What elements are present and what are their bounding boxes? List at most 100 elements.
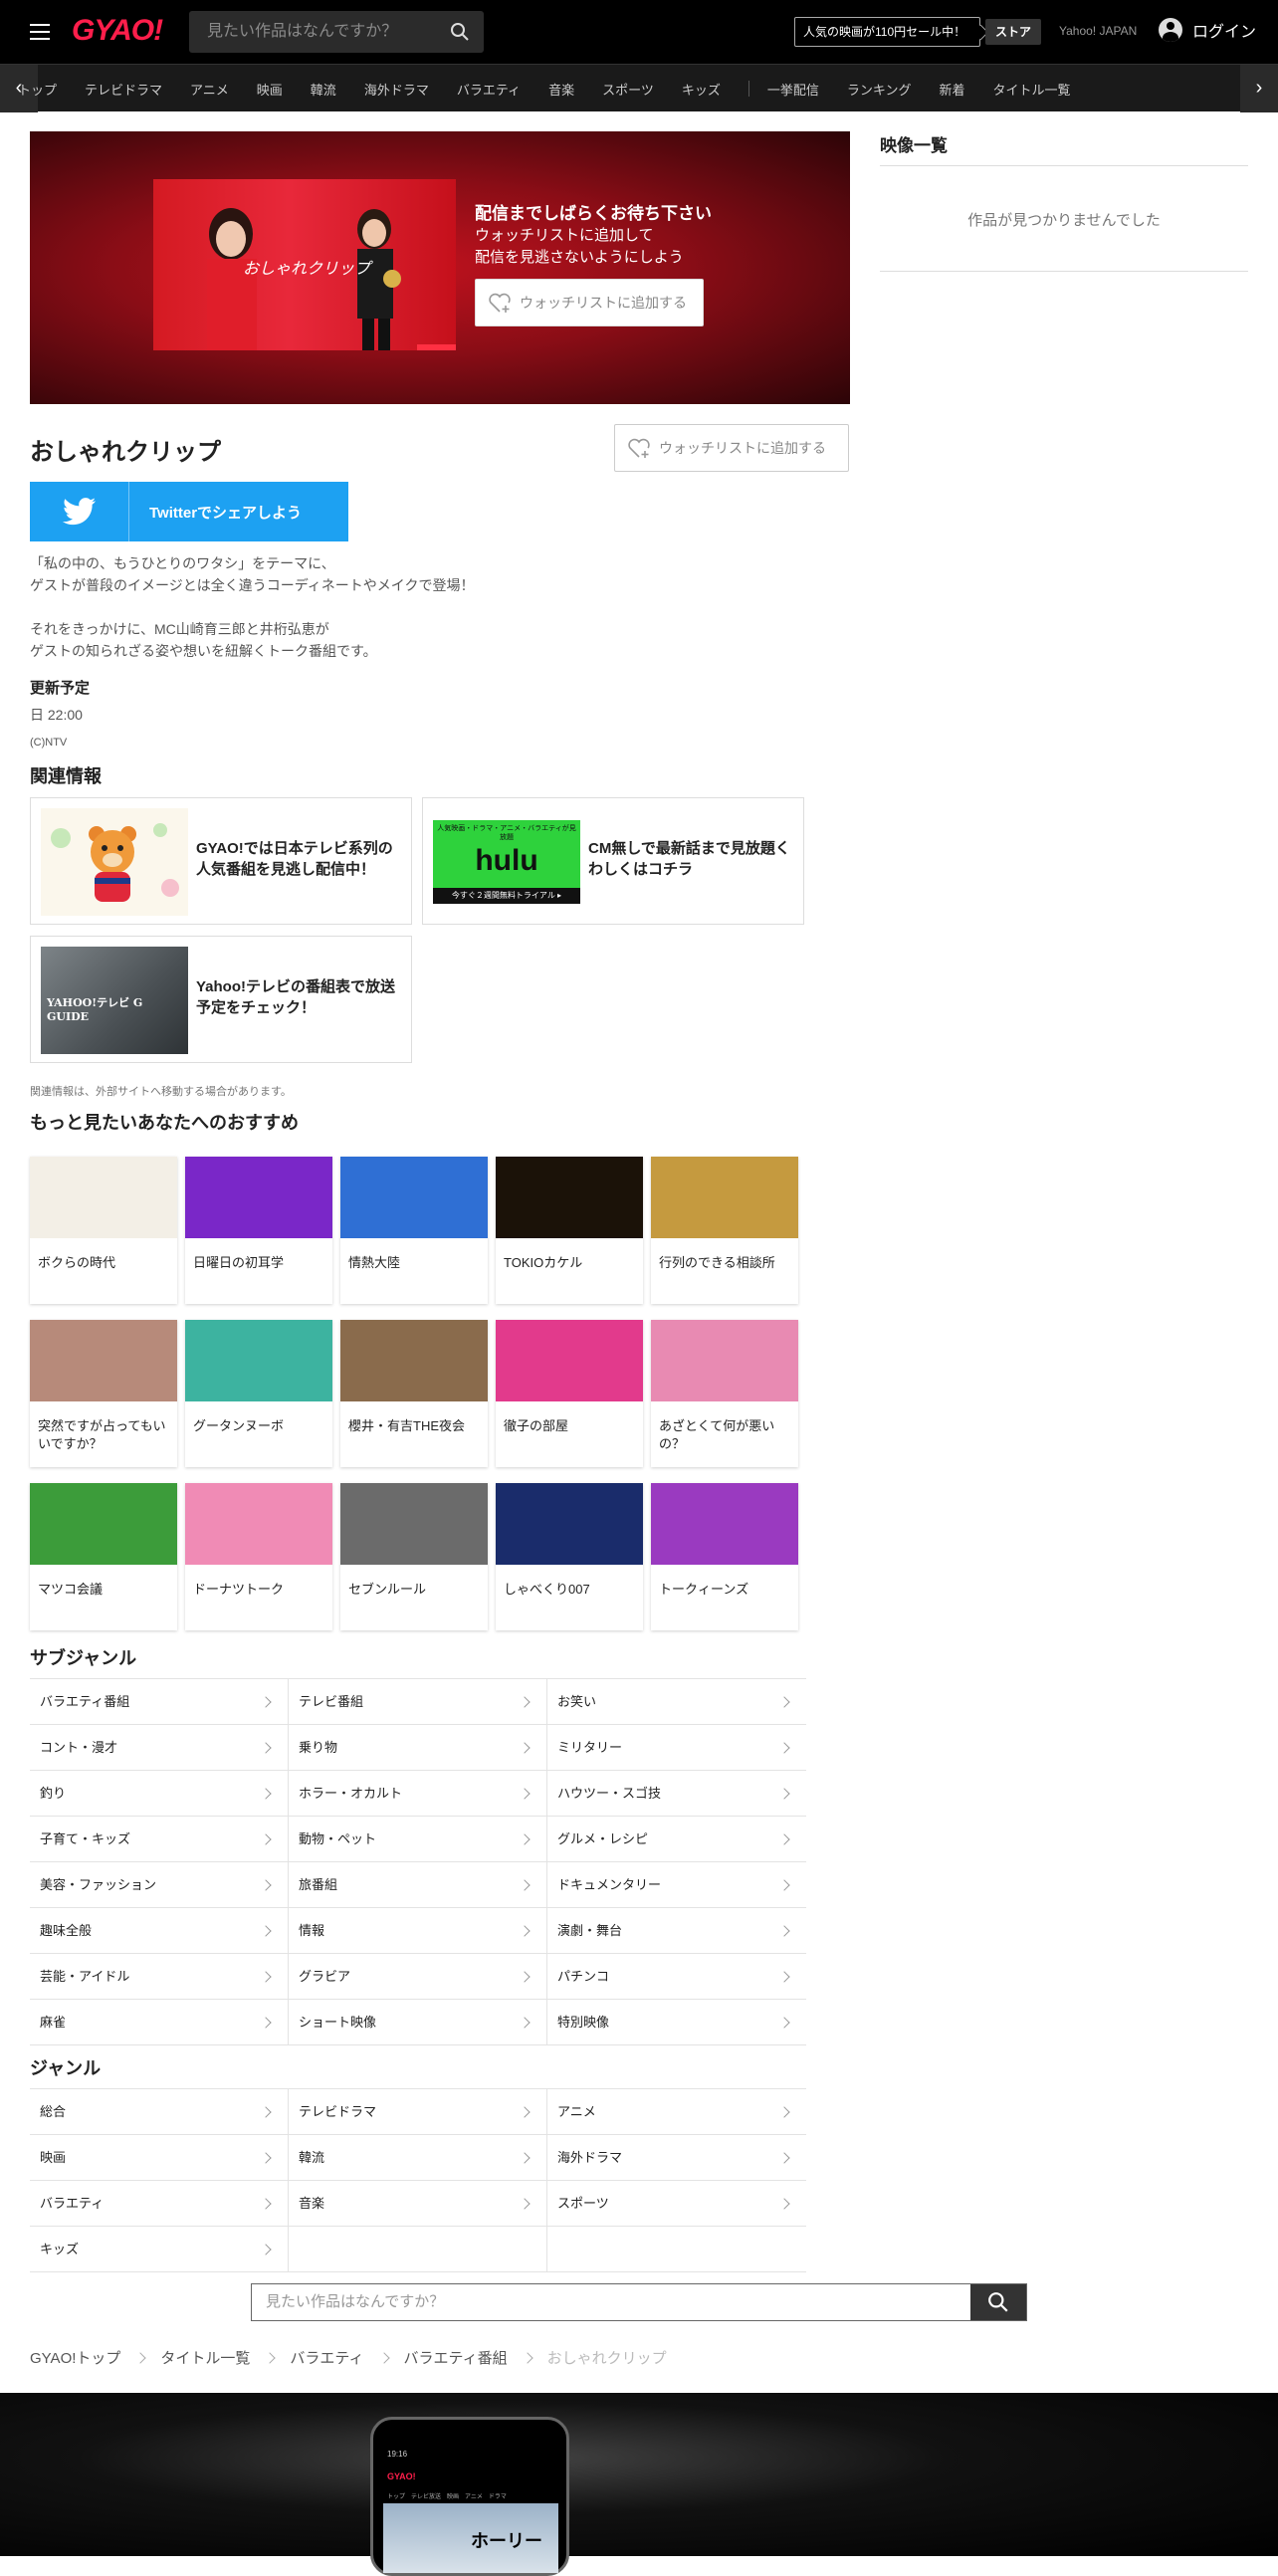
recommend-card[interactable]: TOKIOカケル <box>496 1157 643 1304</box>
gyao-logo[interactable]: GYAO! <box>72 14 163 48</box>
nav-item[interactable]: アニメ <box>190 80 229 99</box>
genre-link[interactable]: アニメ <box>547 2089 806 2135</box>
sale-banner[interactable]: 人気の映画が110円セール中！ <box>794 17 981 47</box>
subgenre-link[interactable]: 麻雀 <box>30 2000 289 2045</box>
recommend-card[interactable]: あざとくて何が悪いの？ <box>651 1320 798 1467</box>
nav-item[interactable]: 韓流 <box>311 80 336 99</box>
subgenre-link[interactable]: 乗り物 <box>289 1725 547 1771</box>
recommend-card[interactable]: マツコ会議 <box>30 1483 177 1630</box>
chevron-right-icon <box>778 1925 790 1937</box>
recommend-card[interactable]: 突然ですが占ってもいいですか？ <box>30 1320 177 1467</box>
bottom-search-button[interactable] <box>970 2284 1026 2320</box>
subgenre-link[interactable]: 旅番組 <box>289 1862 547 1908</box>
nav-item[interactable]: テレビドラマ <box>85 80 162 99</box>
recommend-title: 情熱大陸 <box>348 1255 401 1270</box>
nav-item[interactable]: 海外ドラマ <box>364 80 429 99</box>
subgenre-link[interactable]: お笑い <box>547 1679 806 1725</box>
breadcrumb-item[interactable]: バラエティ <box>290 2347 363 2368</box>
program-description: 「私の中の、もうひとりのワタシ」をテーマに、 ゲストが普段のイメージとは全く違う… <box>30 552 474 662</box>
chevron-right-icon <box>519 1971 531 1983</box>
genre-link[interactable]: 音楽 <box>289 2181 547 2227</box>
nav-item[interactable]: スポーツ <box>602 80 654 99</box>
genre-link[interactable]: キッズ <box>30 2227 289 2272</box>
genre-label: 映画 <box>40 2150 67 2165</box>
watchlist-button[interactable]: ウォッチリストに追加する <box>614 424 849 472</box>
subgenre-link[interactable]: 美容・ファッション <box>30 1862 289 1908</box>
genre-link[interactable]: 総合 <box>30 2089 289 2135</box>
related-item-gyao[interactable]: GYAO!では日本テレビ系列の人気番組を見逃し配信中！ <box>30 797 412 925</box>
subgenre-link[interactable]: ハウツー・スゴ技 <box>547 1771 806 1817</box>
yahoo-japan-link[interactable]: Yahoo! JAPAN <box>1059 24 1137 38</box>
desc-line: 「私の中の、もうひとりのワタシ」をテーマに、 <box>30 555 335 571</box>
nav-item[interactable]: タイトル一覧 <box>993 80 1071 99</box>
breadcrumb-item[interactable]: タイトル一覧 <box>160 2347 250 2368</box>
twitter-share-button[interactable]: Twitterでシェアしよう <box>30 482 348 541</box>
nav-item[interactable]: バラエティ <box>457 80 521 99</box>
recommend-card[interactable]: トークィーンズ <box>651 1483 798 1630</box>
related-item-hulu[interactable]: 人気映画・ドラマ・アニメ・バラエティが見放題 hulu 今すぐ２週間無料トライア… <box>422 797 804 925</box>
nav-item[interactable]: 音楽 <box>548 80 574 99</box>
subgenre-link[interactable]: 釣り <box>30 1771 289 1817</box>
recommend-title: TOKIOカケル <box>504 1255 583 1270</box>
phone-mockup: 19:16 GYAO! トップ テレビ放送 映画 アニメ ドラマ ホーリー <box>370 2417 569 2576</box>
subgenre-link[interactable]: ドキュメンタリー <box>547 1862 806 1908</box>
subgenre-link[interactable]: 情報 <box>289 1908 547 1954</box>
genre-link[interactable]: バラエティ <box>30 2181 289 2227</box>
bottom-search-input[interactable]: 見たい作品はなんですか？ <box>252 2284 970 2320</box>
genre-link[interactable]: テレビドラマ <box>289 2089 547 2135</box>
recommend-title: あざとくて何が悪いの？ <box>659 1418 775 1451</box>
recommend-card[interactable]: グータンヌーボ <box>185 1320 332 1467</box>
subgenre-link[interactable]: 演劇・舞台 <box>547 1908 806 1954</box>
nav-item[interactable]: 新着 <box>939 80 964 99</box>
subgenre-link[interactable]: テレビ番組 <box>289 1679 547 1725</box>
genre-link[interactable]: 映画 <box>30 2135 289 2181</box>
recommend-title: マツコ会議 <box>38 1582 104 1597</box>
genre-link[interactable]: 海外ドラマ <box>547 2135 806 2181</box>
nav-item[interactable]: ランキング <box>847 80 912 99</box>
nav-item[interactable]: キッズ <box>682 80 721 99</box>
bottom-search-field[interactable]: 見たい作品はなんですか？ <box>251 2283 1027 2321</box>
subgenre-link[interactable]: バラエティ番組 <box>30 1679 289 1725</box>
hero-watchlist-button[interactable]: ウォッチリストに追加する <box>475 279 704 326</box>
breadcrumb-item[interactable]: バラエティ番組 <box>404 2347 508 2368</box>
recommend-card[interactable]: 日曜日の初耳学 <box>185 1157 332 1304</box>
nav-right-arrow-icon[interactable]: › <box>1240 65 1278 112</box>
genre-link[interactable]: スポーツ <box>547 2181 806 2227</box>
genre-link[interactable]: 韓流 <box>289 2135 547 2181</box>
subgenre-link[interactable]: 芸能・アイドル <box>30 1954 289 2000</box>
subgenre-link[interactable]: 子育て・キッズ <box>30 1817 289 1862</box>
header-search-input[interactable]: 見たい作品はなんですか？ <box>189 11 484 53</box>
recommend-card[interactable]: ドーナツトーク <box>185 1483 332 1630</box>
recommend-card[interactable]: しゃべくり007 <box>496 1483 643 1630</box>
subgenre-link[interactable]: 趣味全般 <box>30 1908 289 1954</box>
login-button[interactable]: ログイン <box>1159 18 1256 42</box>
related-item-yahoo-tv[interactable]: YAHOO!テレビ G GUIDE Yahoo!テレビの番組表で放送予定をチェッ… <box>30 936 412 1063</box>
recommend-card[interactable]: 行列のできる相談所 <box>651 1157 798 1304</box>
subgenre-link[interactable]: 動物・ペット <box>289 1817 547 1862</box>
subgenre-link[interactable]: コント・漫才 <box>30 1725 289 1771</box>
breadcrumb-item[interactable]: GYAO!トップ <box>30 2347 120 2368</box>
nav-item[interactable]: トップ <box>18 80 57 99</box>
search-icon[interactable] <box>450 22 470 42</box>
recommend-card[interactable]: ボクらの時代 <box>30 1157 177 1304</box>
chevron-right-icon <box>519 1925 531 1937</box>
recommend-card[interactable]: セブンルール <box>340 1483 488 1630</box>
genre-label: 音楽 <box>299 2196 325 2211</box>
subgenre-link[interactable]: グラビア <box>289 1954 547 2000</box>
recommend-card[interactable]: 徹子の部屋 <box>496 1320 643 1467</box>
recommend-thumbnail <box>496 1157 643 1238</box>
recommend-card[interactable]: 情熱大陸 <box>340 1157 488 1304</box>
header-search-placeholder: 見たい作品はなんですか？ <box>207 23 398 40</box>
subgenre-link[interactable]: 特別映像 <box>547 2000 806 2045</box>
nav-item[interactable]: 映画 <box>257 80 283 99</box>
nav-item[interactable]: 一挙配信 <box>767 80 819 99</box>
subgenre-link[interactable]: グルメ・レシピ <box>547 1817 806 1862</box>
subgenre-link[interactable]: ホラー・オカルト <box>289 1771 547 1817</box>
store-button[interactable]: ストア <box>985 19 1042 45</box>
subgenre-link[interactable]: パチンコ <box>547 1954 806 2000</box>
related-heading: 関連情報 <box>30 766 102 786</box>
menu-icon[interactable] <box>30 24 50 40</box>
recommend-card[interactable]: 櫻井・有吉THE夜会 <box>340 1320 488 1467</box>
subgenre-link[interactable]: ミリタリー <box>547 1725 806 1771</box>
subgenre-link[interactable]: ショート映像 <box>289 2000 547 2045</box>
